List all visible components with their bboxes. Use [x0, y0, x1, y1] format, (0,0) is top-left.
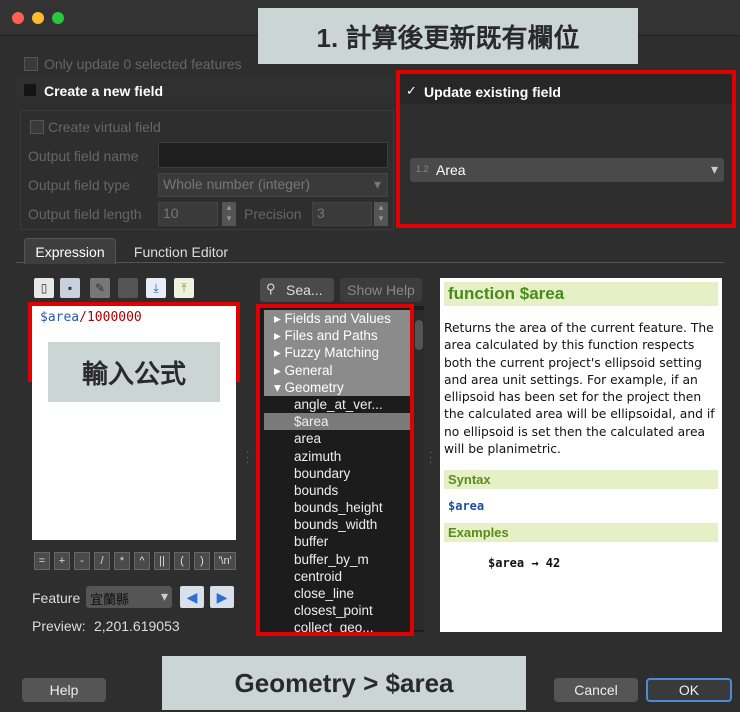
- existing-field-value: Area: [436, 162, 466, 178]
- feature-label: Feature: [32, 590, 81, 606]
- feature-select[interactable]: 宜蘭縣 ▾: [86, 586, 172, 608]
- create-new-field-label: Create a new field: [44, 83, 164, 99]
- show-help-button[interactable]: Show Help: [340, 278, 422, 302]
- new-file-icon[interactable]: ▯: [34, 278, 54, 298]
- ok-button[interactable]: OK: [646, 678, 732, 702]
- help-example: $area → 42: [488, 556, 561, 571]
- chevron-down-icon: ▾: [710, 161, 718, 177]
- export-icon[interactable]: ⤒: [174, 278, 194, 298]
- annotation-banner-formula: 輸入公式: [48, 342, 220, 402]
- help-syntax-header: Syntax: [444, 470, 718, 490]
- save-icon[interactable]: ▪: [60, 278, 80, 298]
- help-title: function $area: [444, 282, 718, 306]
- check-icon[interactable]: ✓: [406, 83, 417, 99]
- existing-field-select[interactable]: 1.2 Area ▾: [410, 158, 724, 182]
- help-button[interactable]: Help: [22, 678, 106, 702]
- precision-stepper[interactable]: ▴ ▾: [374, 202, 388, 226]
- output-type-select[interactable]: Whole number (integer) ▾: [158, 173, 388, 197]
- precision-input[interactable]: 3: [312, 202, 372, 226]
- virtual-field-checkbox[interactable]: [30, 120, 44, 134]
- preview-label: Preview:: [32, 618, 86, 634]
- tree-scrollbar[interactable]: [414, 310, 424, 630]
- annotation-banner-bottom: Geometry > $area: [162, 656, 526, 710]
- output-length-input[interactable]: 10: [158, 202, 218, 226]
- length-stepper[interactable]: ▴ ▾: [222, 202, 236, 226]
- import-icon[interactable]: ⤓: [146, 278, 166, 298]
- cancel-button[interactable]: Cancel: [554, 678, 638, 702]
- output-type-value: Whole number (integer): [163, 176, 311, 192]
- help-description: Returns the area of the current feature.…: [444, 321, 715, 457]
- only-update-label: Only update 0 selected features: [44, 56, 242, 72]
- operator-close-paren-button[interactable]: ): [194, 552, 210, 570]
- maximize-window-button[interactable]: [52, 12, 64, 24]
- operator-plus-button[interactable]: +: [54, 552, 70, 570]
- output-name-input[interactable]: [158, 142, 388, 168]
- decimal-field-icon: 1.2: [416, 164, 429, 174]
- create-new-field-checkbox[interactable]: [24, 84, 36, 96]
- minimize-window-button[interactable]: [32, 12, 44, 24]
- feature-value: 宜蘭縣: [90, 592, 130, 607]
- update-existing-label: Update existing field: [424, 84, 561, 100]
- splitter-handle[interactable]: · · ·: [429, 448, 432, 468]
- output-name-label: Output field name: [28, 148, 139, 164]
- operator-concat-button[interactable]: ||: [154, 552, 170, 570]
- output-type-label: Output field type: [28, 177, 130, 193]
- virtual-field-label: Create virtual field: [48, 119, 161, 135]
- previous-feature-button[interactable]: ◀: [180, 586, 204, 608]
- search-placeholder: Sea...: [286, 282, 323, 298]
- chevron-down-icon: ▾: [373, 176, 381, 192]
- close-window-button[interactable]: [12, 12, 24, 24]
- help-panel: function $area Returns the area of the c…: [440, 278, 722, 632]
- tab-expression[interactable]: Expression: [24, 238, 116, 264]
- tab-function-editor[interactable]: Function Editor: [122, 240, 240, 264]
- next-feature-button[interactable]: ▶: [210, 586, 234, 608]
- preview-value: 2,201.619053: [94, 618, 180, 634]
- help-syntax: $area: [448, 499, 485, 514]
- operator-open-paren-button[interactable]: (: [174, 552, 190, 570]
- edit-icon[interactable]: ✎: [90, 278, 110, 298]
- splitter-handle[interactable]: · · ·: [246, 448, 249, 468]
- output-length-label: Output field length: [28, 206, 142, 222]
- operator-equals-button[interactable]: =: [34, 552, 50, 570]
- help-examples-header: Examples: [444, 523, 718, 543]
- operator-multiply-button[interactable]: *: [114, 552, 130, 570]
- function-search-input[interactable]: ⚲ Sea...: [260, 278, 334, 302]
- operator-power-button[interactable]: ^: [134, 552, 150, 570]
- annotation-banner-top: 1. 計算後更新既有欄位: [258, 8, 638, 64]
- only-update-checkbox[interactable]: [24, 57, 38, 71]
- operator-minus-button[interactable]: -: [74, 552, 90, 570]
- function-tree-highlight: [256, 304, 414, 636]
- chevron-down-icon: ▾: [160, 588, 168, 604]
- operator-newline-button[interactable]: '\n': [214, 552, 236, 570]
- operator-divide-button[interactable]: /: [94, 552, 110, 570]
- search-icon: ⚲: [266, 281, 276, 296]
- clear-icon[interactable]: [118, 278, 138, 298]
- precision-label: Precision: [244, 206, 302, 222]
